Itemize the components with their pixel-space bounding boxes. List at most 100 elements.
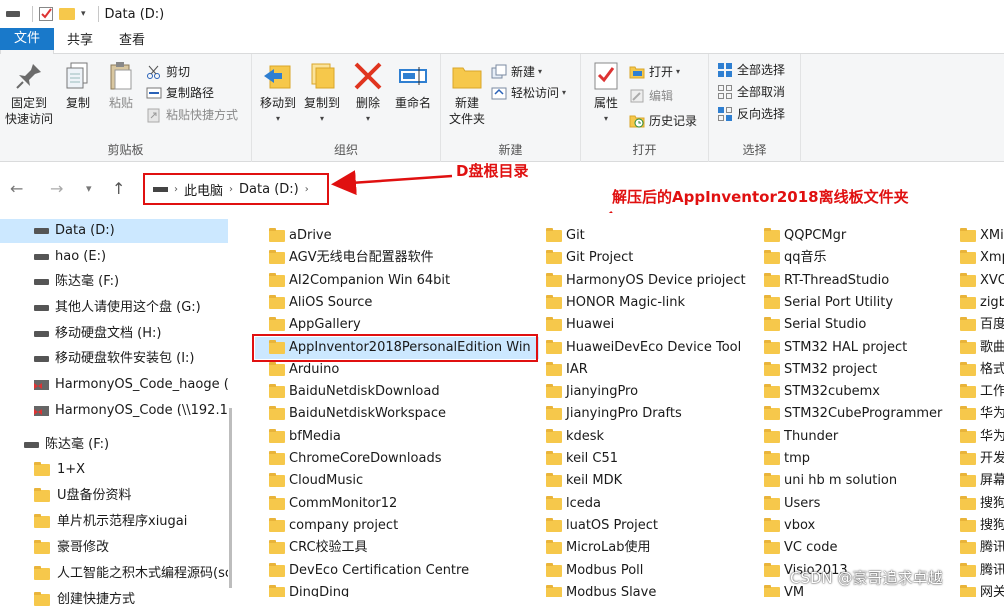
sidebar-item[interactable]: 移动硬盘文档 (H:) <box>0 322 228 346</box>
sidebar-item[interactable]: 陈达毫 (F:) <box>0 270 228 294</box>
file-item[interactable]: tmp <box>764 448 954 470</box>
easy-access-button[interactable]: 轻松访问 ▾ <box>491 83 566 103</box>
file-item[interactable]: AI2Companion Win 64bit <box>269 270 539 292</box>
file-item[interactable]: JianyingPro Drafts <box>546 403 761 425</box>
file-item[interactable]: AGV无线电台配置器软件 <box>269 247 539 269</box>
sidebar-item[interactable]: hao (E:) <box>0 245 228 269</box>
file-item[interactable]: kdesk <box>546 426 761 448</box>
file-item[interactable]: AliOS Source <box>269 292 539 314</box>
new-folder-button[interactable]: 新建 文件夹 <box>445 60 489 127</box>
file-item[interactable]: CRC校验工具 <box>269 537 539 559</box>
file-item[interactable]: 腾讯 <box>960 560 1004 582</box>
select-none-button[interactable]: 全部取消 <box>717 82 785 102</box>
file-item[interactable]: STM32cubemx <box>764 381 954 403</box>
properties-checkbox-icon[interactable] <box>39 7 53 21</box>
file-item[interactable]: STM32 project <box>764 359 954 381</box>
breadcrumb-data-d[interactable]: Data (D:) <box>239 182 299 197</box>
recent-chevron-icon[interactable]: ▾ <box>86 182 92 195</box>
folder-icon[interactable] <box>59 8 75 20</box>
tab-share[interactable]: 共享 <box>54 28 106 54</box>
sidebar-item[interactable]: Data (D:) <box>0 219 228 243</box>
file-item[interactable]: HONOR Magic-link <box>546 292 761 314</box>
pin-quick-access-button[interactable]: 固定到 快速访问 <box>2 60 56 127</box>
file-item[interactable]: 网关 <box>960 582 1004 597</box>
sidebar-item[interactable]: 豪哥修改 <box>0 536 228 560</box>
rename-button[interactable]: 重命名 <box>390 60 436 111</box>
file-item[interactable]: uni hb m solution <box>764 470 954 492</box>
file-item[interactable]: XMi <box>960 225 1004 247</box>
file-item[interactable]: DingDing <box>269 582 539 597</box>
chevron-down-icon[interactable]: ▾ <box>81 9 86 19</box>
file-item[interactable]: 百度 <box>960 314 1004 336</box>
sidebar-item[interactable]: HarmonyOS_Code (\\192.16 <box>0 399 228 423</box>
file-item[interactable]: VC code <box>764 537 954 559</box>
file-item[interactable]: 工作 <box>960 381 1004 403</box>
file-item[interactable]: MicroLab使用 <box>546 537 761 559</box>
file-item[interactable]: keil C51 <box>546 448 761 470</box>
file-item[interactable]: aDrive <box>269 225 539 247</box>
file-item[interactable]: Git Project <box>546 247 761 269</box>
chevron-right-icon[interactable]: › <box>174 184 178 195</box>
chevron-right-icon[interactable]: › <box>305 184 309 195</box>
file-item[interactable]: zigb <box>960 292 1004 314</box>
sidebar-item[interactable]: 移动硬盘软件安装包 (I:) <box>0 347 228 371</box>
paste-shortcut-button[interactable]: 粘贴快捷方式 <box>146 105 238 125</box>
file-item[interactable]: luatOS Project <box>546 515 761 537</box>
select-all-button[interactable]: 全部选择 <box>717 60 785 80</box>
open-button[interactable]: 打开 ▾ <box>629 62 680 82</box>
copy-path-button[interactable]: 复制路径 <box>146 83 214 103</box>
file-item[interactable]: Serial Studio <box>764 314 954 336</box>
file-item[interactable]: STM32CubeProgrammer <box>764 403 954 425</box>
paste-button[interactable]: 粘贴 <box>100 60 142 111</box>
file-item[interactable]: 歌曲 <box>960 337 1004 359</box>
file-item[interactable]: Modbus Slave <box>546 582 761 597</box>
file-item[interactable]: DevEco Certification Centre <box>269 560 539 582</box>
tab-file[interactable]: 文件 <box>0 28 55 50</box>
file-item[interactable]: vbox <box>764 515 954 537</box>
file-item[interactable]: Users <box>764 493 954 515</box>
copy-to-button[interactable]: 复制到 ▾ <box>300 60 344 127</box>
invert-selection-button[interactable]: 反向选择 <box>717 104 785 124</box>
sidebar-item[interactable]: 单片机示范程序xiugai <box>0 510 228 534</box>
sidebar-item[interactable]: 创建快捷方式 <box>0 588 228 612</box>
file-item[interactable]: 腾讯 <box>960 537 1004 559</box>
sidebar-item[interactable]: 陈达毫 (F:) <box>0 433 228 457</box>
file-item[interactable]: RT-ThreadStudio <box>764 270 954 292</box>
file-item[interactable]: Modbus Poll <box>546 560 761 582</box>
file-item[interactable]: Git <box>546 225 761 247</box>
file-item[interactable]: CommMonitor12 <box>269 493 539 515</box>
history-button[interactable]: 历史记录 <box>629 111 697 131</box>
file-item[interactable]: qq音乐 <box>764 247 954 269</box>
tab-view[interactable]: 查看 <box>106 28 158 54</box>
scrollbar-thumb[interactable] <box>229 408 232 588</box>
file-item[interactable]: Huawei <box>546 314 761 336</box>
file-item[interactable]: company project <box>269 515 539 537</box>
properties-button[interactable]: 属性 ▾ <box>587 60 625 127</box>
breadcrumb-this-pc[interactable]: 此电脑 <box>184 180 223 199</box>
sidebar-item[interactable]: U盘备份资料 <box>0 484 228 508</box>
file-item[interactable]: JianyingPro <box>546 381 761 403</box>
file-item[interactable]: Arduino <box>269 359 539 381</box>
file-item[interactable]: 搜狗 <box>960 493 1004 515</box>
file-item[interactable]: BaiduNetdiskWorkspace <box>269 403 539 425</box>
file-item[interactable]: 开发 <box>960 448 1004 470</box>
address-bar[interactable]: › 此电脑 › Data (D:) › <box>143 173 329 205</box>
back-arrow-icon[interactable]: ← <box>10 179 23 198</box>
edit-button[interactable]: 编辑 <box>629 86 673 106</box>
file-item[interactable]: HuaweiDevEco Device Tool <box>546 337 761 359</box>
file-item[interactable]: QQPCMgr <box>764 225 954 247</box>
sidebar-item[interactable]: 人工智能之积木式编程源码(sc <box>0 562 228 586</box>
file-item[interactable]: 华为 <box>960 426 1004 448</box>
up-arrow-icon[interactable]: ↑ <box>112 179 125 198</box>
file-item[interactable]: STM32 HAL project <box>764 337 954 359</box>
file-item[interactable]: XVC <box>960 270 1004 292</box>
forward-arrow-icon[interactable]: → <box>50 179 63 198</box>
sidebar-item[interactable]: 1+X <box>0 458 228 482</box>
cut-button[interactable]: 剪切 <box>146 62 190 82</box>
sidebar-scrollbar[interactable] <box>229 213 232 597</box>
move-to-button[interactable]: 移动到 ▾ <box>256 60 300 127</box>
new-item-button[interactable]: 新建 ▾ <box>491 62 542 82</box>
file-item[interactable]: Serial Port Utility <box>764 292 954 314</box>
chevron-right-icon[interactable]: › <box>229 184 233 195</box>
file-item[interactable]: keil MDK <box>546 470 761 492</box>
